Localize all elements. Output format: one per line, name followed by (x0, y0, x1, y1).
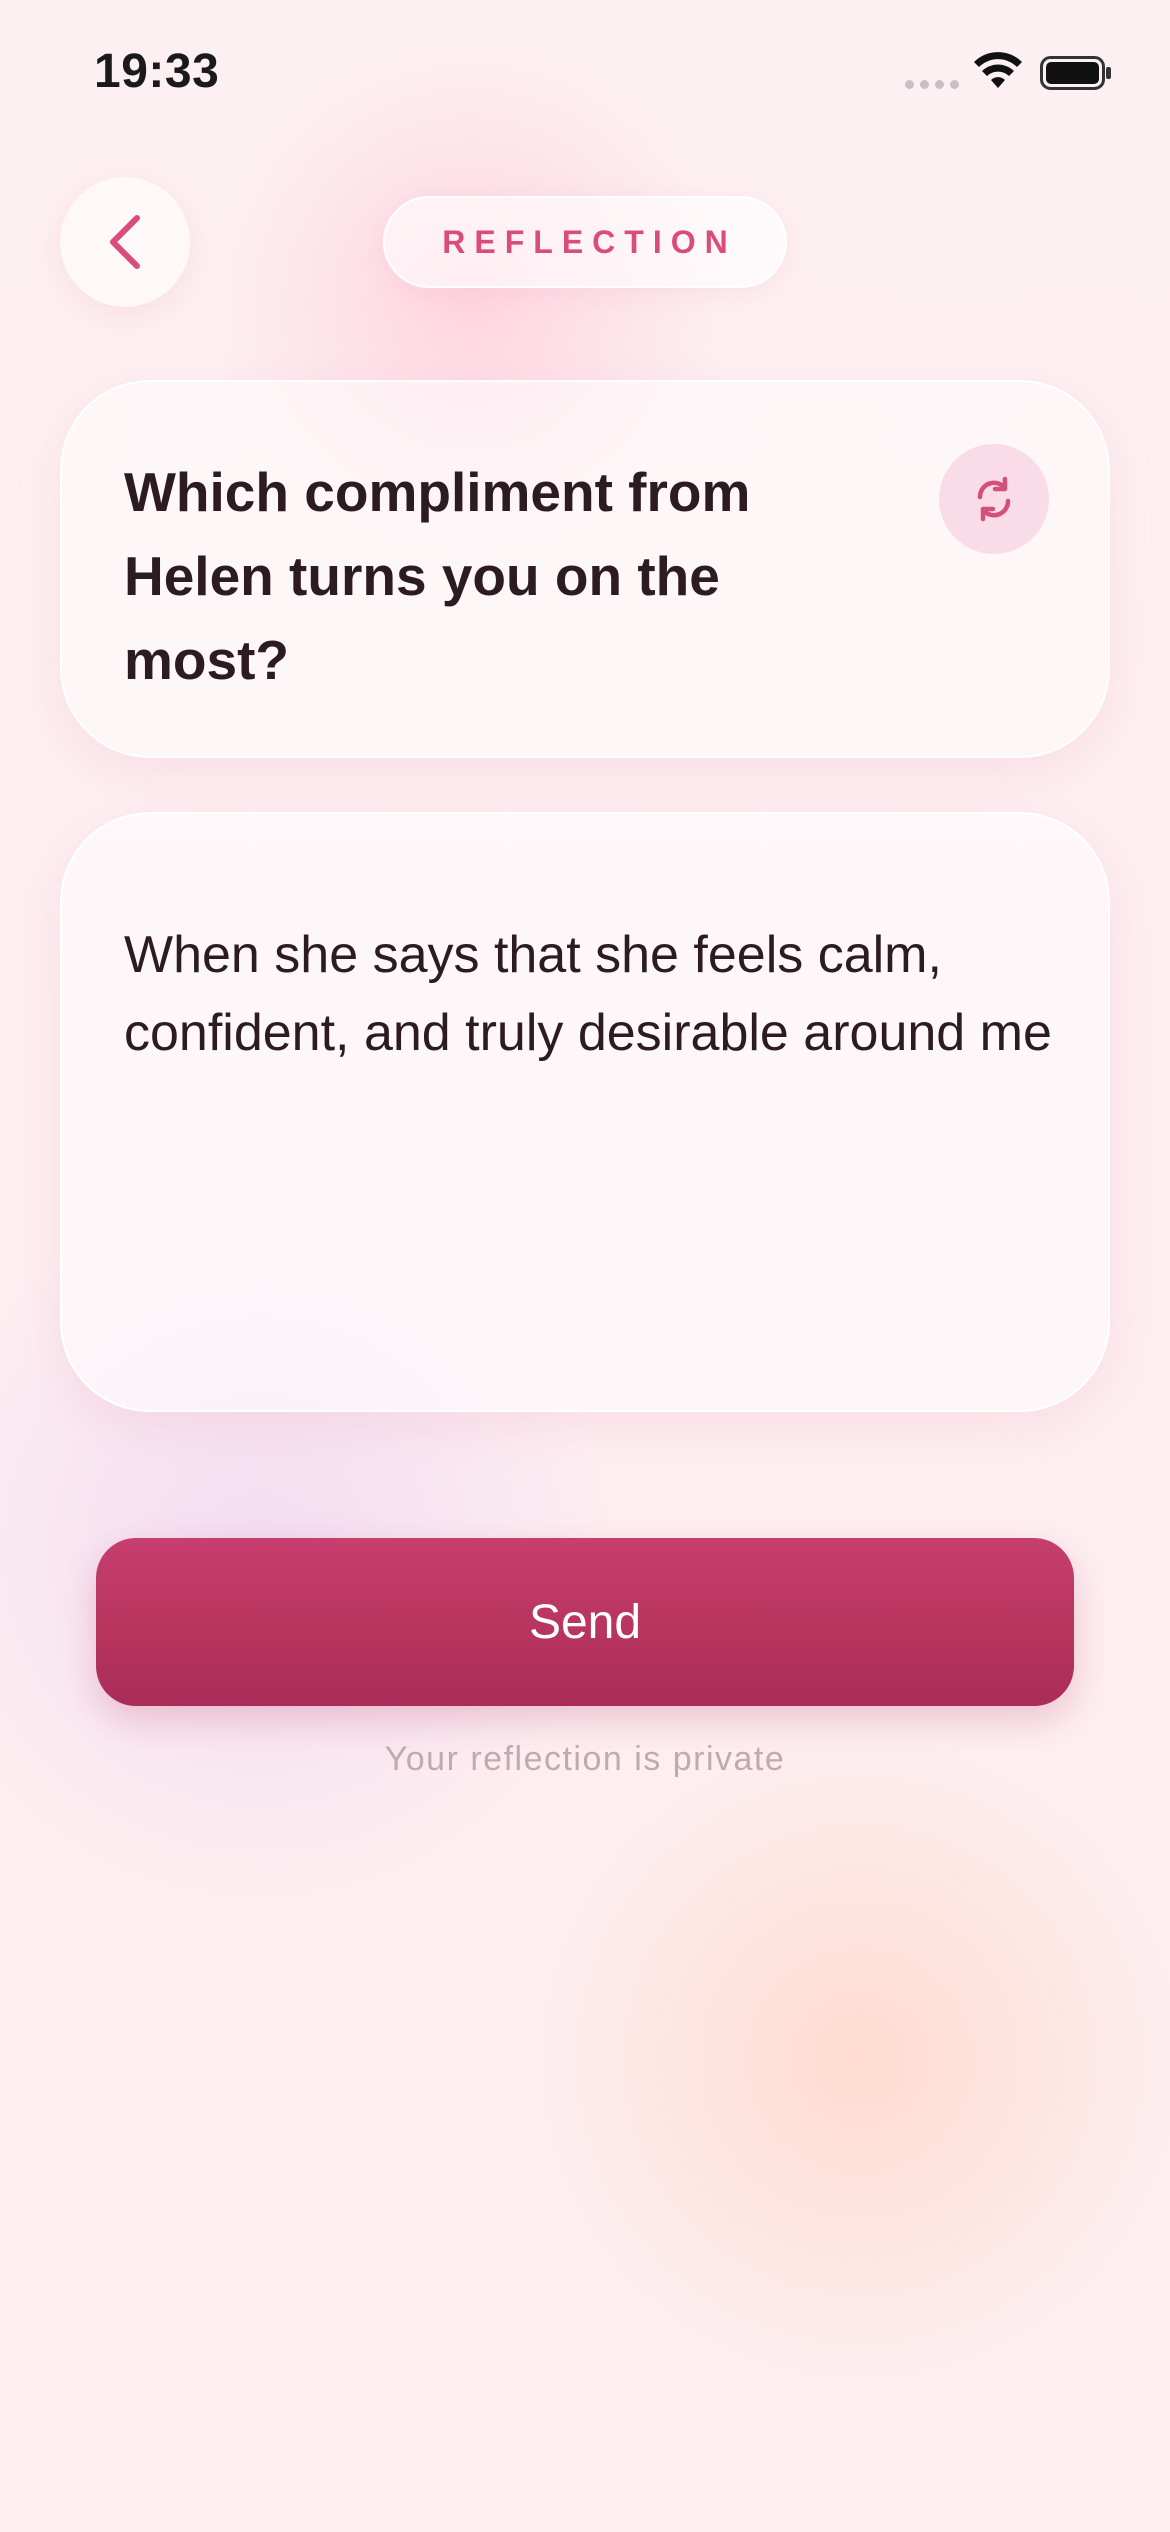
question-card: Which compliment from Helen turns you on… (60, 380, 1110, 758)
wifi-icon (974, 52, 1022, 88)
answer-input[interactable]: When she says that she feels calm, confi… (60, 812, 1110, 1412)
refresh-icon (977, 476, 1011, 522)
chevron-left-icon (110, 215, 140, 269)
battery-icon (1040, 56, 1111, 90)
page-title-pill: REFLECTION (383, 196, 787, 288)
back-button[interactable] (60, 177, 190, 307)
send-button[interactable]: Send (96, 1538, 1074, 1706)
refresh-question-button[interactable] (939, 444, 1049, 554)
status-bar: 19:33 (0, 0, 1170, 140)
send-button-label: Send (528, 1595, 642, 1649)
cellular-signal-icon (905, 80, 959, 89)
privacy-note: Your reflection is private (384, 1740, 786, 1778)
answer-text: When she says that she feels calm, confi… (124, 926, 1052, 1062)
page-title: REFLECTION (442, 223, 737, 260)
status-time: 19:33 (94, 45, 220, 98)
question-text: Which compliment from Helen turns you on… (124, 461, 751, 691)
